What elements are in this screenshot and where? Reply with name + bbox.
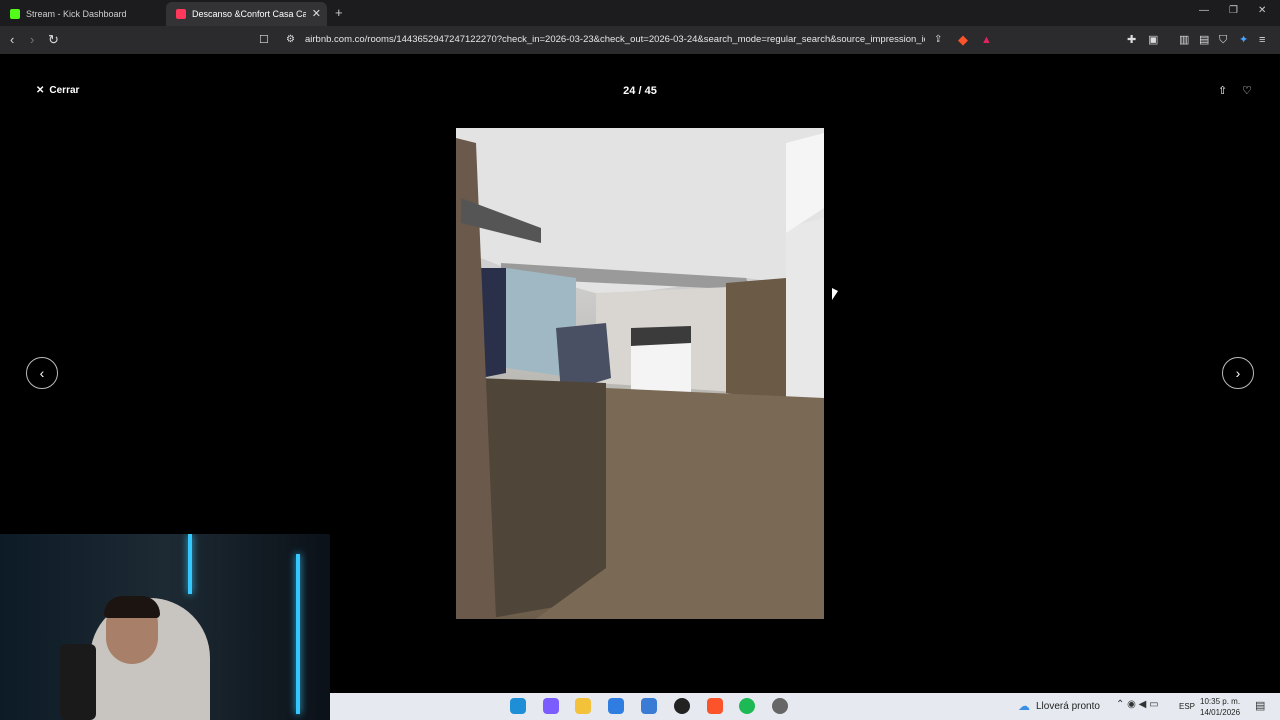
listing-photo xyxy=(456,128,824,619)
share-icon[interactable]: ⇧ xyxy=(1218,84,1227,97)
restore-icon[interactable]: ❐ xyxy=(1229,5,1238,16)
menu-icon[interactable]: ≡ xyxy=(1259,32,1265,48)
led-strip xyxy=(296,554,300,714)
close-label: Cerrar xyxy=(49,85,80,96)
reload-icon[interactable]: ↻ xyxy=(48,32,59,48)
tab-airbnb[interactable]: Descanso &Confort Casa Campe ✕ xyxy=(166,2,327,26)
notifications-icon[interactable]: ▤ xyxy=(1255,699,1265,712)
heart-icon[interactable]: ♡ xyxy=(1242,84,1252,97)
forward-icon[interactable]: › xyxy=(30,32,34,48)
mouse-cursor xyxy=(832,288,838,300)
led-strip xyxy=(188,534,192,594)
clock[interactable]: 10:35 p. m. 14/01/2026 xyxy=(1200,696,1240,718)
airbnb-icon xyxy=(176,9,186,19)
brave-shields-icon[interactable]: ◆ xyxy=(958,32,968,48)
photo-counter: 24 / 45 xyxy=(623,85,657,97)
store-icon[interactable] xyxy=(608,698,624,714)
settings-icon[interactable] xyxy=(772,698,788,714)
close-tab-icon[interactable]: ✕ xyxy=(312,7,321,20)
extensions-icon[interactable]: ✚ xyxy=(1127,32,1136,48)
tab-bar: Stream - Kick Dashboard Descanso &Confor… xyxy=(0,0,1280,26)
microphone xyxy=(60,644,96,720)
tray-icons[interactable]: ⌃ ◉ ◀ ▭ xyxy=(1116,699,1159,710)
chevron-right-icon: › xyxy=(1235,365,1241,381)
tab-label: Descanso &Confort Casa Campe xyxy=(192,9,306,19)
screenshot-icon[interactable]: ▣ xyxy=(1148,32,1158,48)
streamer-hair xyxy=(104,596,160,618)
bedroom-image xyxy=(456,128,824,619)
windows-taskbar: ☁ Lloverá pronto ⌃ ◉ ◀ ▭ ESP 10:35 p. m.… xyxy=(330,693,1280,720)
site-info-icon[interactable]: ⚙ xyxy=(286,32,295,48)
close-button[interactable]: ✕ Cerrar xyxy=(36,85,79,96)
kick-icon xyxy=(10,9,20,19)
webcam-overlay xyxy=(0,534,330,720)
spotify-icon[interactable] xyxy=(739,698,755,714)
wallet-icon[interactable]: ▤ xyxy=(1199,32,1209,48)
language-indicator[interactable]: ESP xyxy=(1179,702,1195,711)
copilot-icon[interactable] xyxy=(543,698,559,714)
brave-icon[interactable] xyxy=(707,698,723,714)
address-bar[interactable]: airbnb.com.co/rooms/1443652947247122270?… xyxy=(305,34,925,45)
minimize-icon[interactable]: — xyxy=(1199,5,1209,16)
kick-extension-icon[interactable]: ✦ xyxy=(1239,32,1248,48)
edge-icon[interactable] xyxy=(510,698,526,714)
back-icon[interactable]: ‹ xyxy=(10,32,14,48)
previous-photo-button[interactable]: ‹ xyxy=(26,357,58,389)
app-icon[interactable] xyxy=(641,698,657,714)
new-tab-icon[interactable]: + xyxy=(335,5,343,20)
next-photo-button[interactable]: › xyxy=(1222,357,1254,389)
date: 14/01/2026 xyxy=(1200,708,1241,717)
tab-label: Stream - Kick Dashboard xyxy=(26,9,127,19)
file-explorer-icon[interactable] xyxy=(575,698,591,714)
bookmark-icon[interactable]: ☐ xyxy=(259,32,269,48)
time: 10:35 p. m. xyxy=(1200,697,1241,706)
tab-kick-dashboard[interactable]: Stream - Kick Dashboard xyxy=(0,2,165,26)
cloud-icon: ☁ xyxy=(1018,699,1030,713)
share-icon[interactable]: ⇪ xyxy=(934,32,942,48)
weather-text[interactable]: Lloverá pronto xyxy=(1036,701,1100,712)
brave-rewards-icon[interactable]: ▲ xyxy=(981,32,992,48)
close-icon: ✕ xyxy=(36,85,45,96)
browser-toolbar: ‹ › ↻ ☐ ⚙ airbnb.com.co/rooms/1443652947… xyxy=(0,26,1280,54)
chevron-left-icon: ‹ xyxy=(39,365,45,381)
vpn-icon[interactable]: ⛉ xyxy=(1219,32,1227,48)
sidebar-icon[interactable]: ▥ xyxy=(1179,32,1189,48)
obs-icon[interactable] xyxy=(674,698,690,714)
close-window-icon[interactable]: ✕ xyxy=(1258,5,1266,16)
